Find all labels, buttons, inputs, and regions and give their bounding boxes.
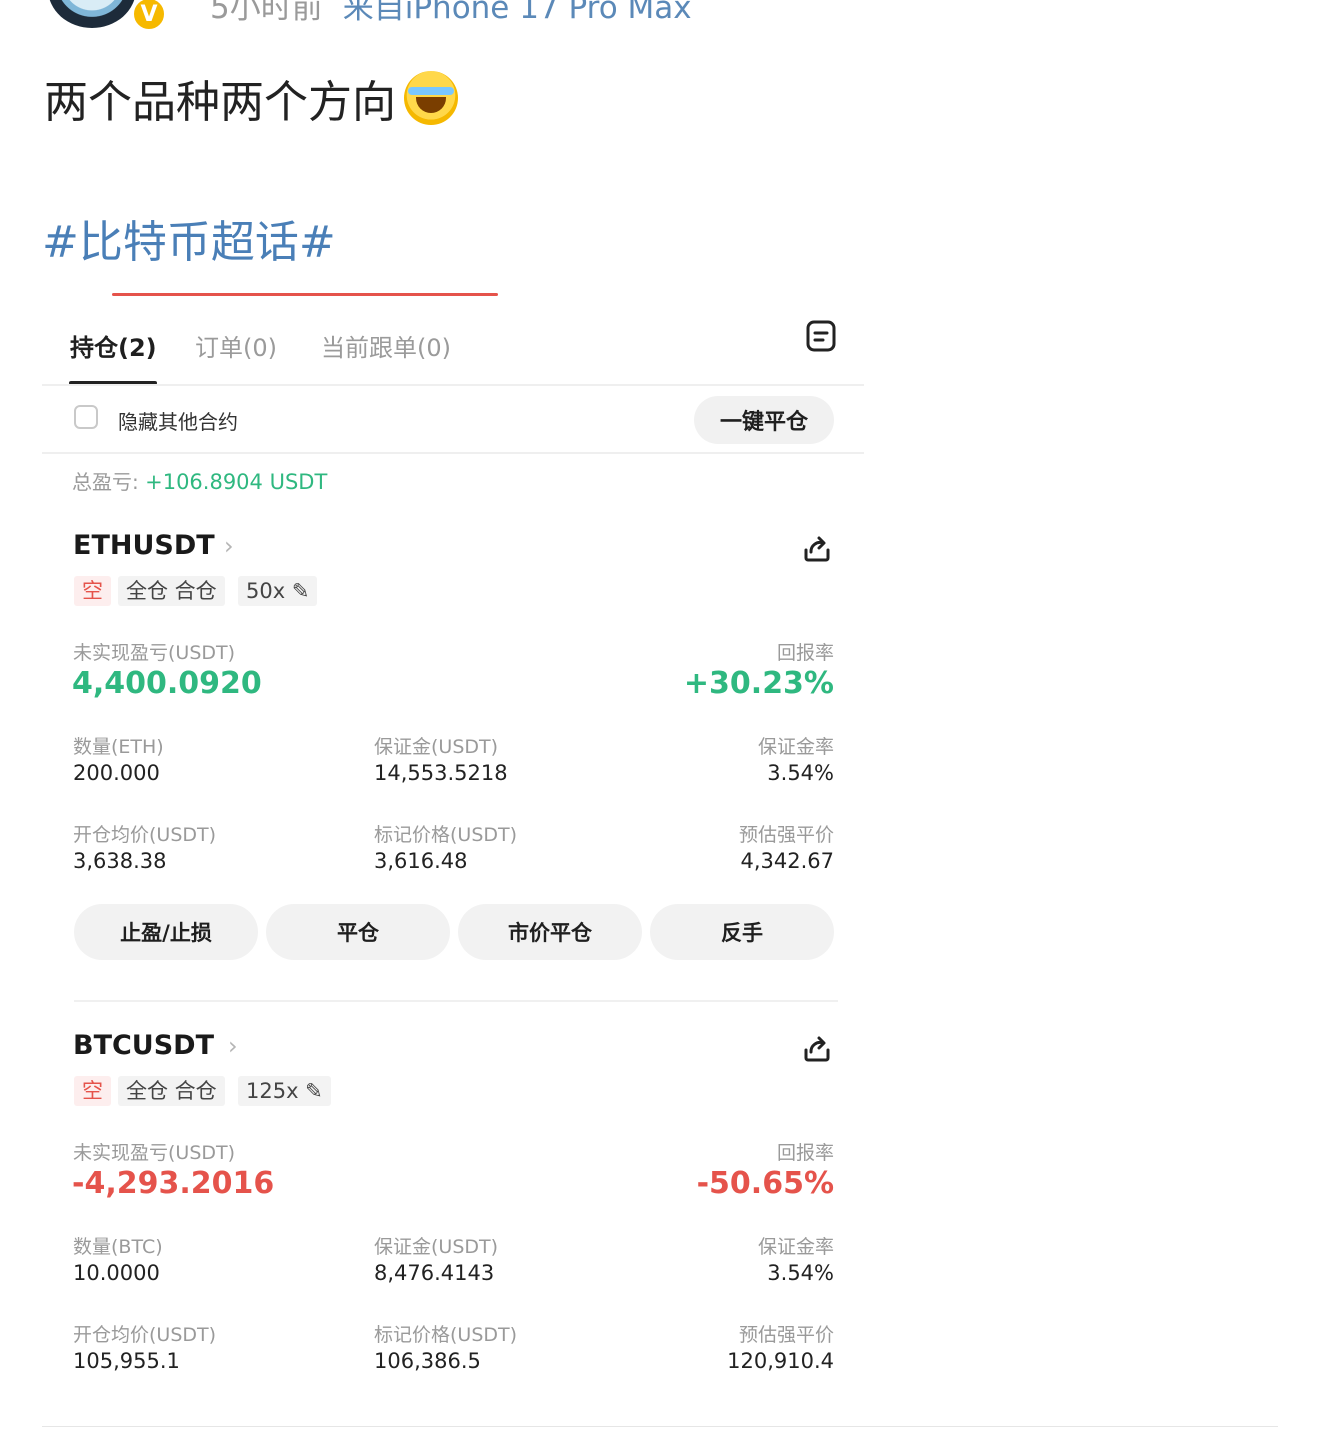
total-pnl-label: 总盈亏: <box>72 470 139 494</box>
margin-mode-tag: 全仓 合仓 <box>118 576 225 606</box>
hide-other-contracts-checkbox[interactable] <box>74 405 98 429</box>
roi-value: -50.65% <box>696 1166 834 1201</box>
laughing-crying-emoji-icon <box>404 71 458 125</box>
side-short-tag: 空 <box>74 576 111 606</box>
entry-price-label: 开仓均价(USDT) <box>73 1324 217 1346</box>
position-card-eth: ETHUSDT › 空 全仓 合仓 50x ✎ 未实现盈亏(USDT) 4,40… <box>42 530 864 1000</box>
tp-sl-button[interactable]: 止盈/止损 <box>74 904 258 960</box>
leverage-tag[interactable]: 125x ✎ <box>238 1076 331 1106</box>
hide-other-contracts-label: 隐藏其他合约 <box>118 410 238 434</box>
unrealized-pnl-value: 4,400.0920 <box>72 666 262 701</box>
quantity-label: 数量(ETH) <box>73 736 164 758</box>
top-accent-line <box>112 293 498 296</box>
quantity-value: 200.000 <box>73 761 160 785</box>
total-pnl: 总盈亏: +106.8904 USDT <box>72 466 327 495</box>
tab-orders[interactable]: 订单(0) <box>195 328 277 363</box>
margin-label: 保证金(USDT) <box>374 736 499 758</box>
avatar[interactable] <box>48 0 136 28</box>
section-divider <box>42 452 864 454</box>
post-text: 两个品种两个方向 <box>44 66 458 130</box>
total-pnl-value: +106.8904 USDT <box>145 470 328 494</box>
chevron-right-icon[interactable]: › <box>224 532 234 560</box>
close-all-button[interactable]: 一键平仓 <box>694 396 834 444</box>
post-text-content: 两个品种两个方向 <box>44 77 396 128</box>
post-source[interactable]: 来自iPhone 17 Pro Max <box>343 0 692 26</box>
roi-label: 回报率 <box>776 642 834 664</box>
side-short-tag: 空 <box>74 1076 111 1106</box>
reverse-position-button[interactable]: 反手 <box>650 904 834 960</box>
close-position-button[interactable]: 平仓 <box>266 904 450 960</box>
quantity-value: 10.0000 <box>73 1261 160 1285</box>
entry-price-value: 105,955.1 <box>73 1349 180 1373</box>
margin-mode-tag: 全仓 合仓 <box>118 1076 225 1106</box>
symbol-label[interactable]: ETHUSDT <box>73 530 215 561</box>
liquidation-price-label: 预估强平价 <box>738 1324 834 1346</box>
margin-rate-value: 3.54% <box>767 761 834 785</box>
liquidation-price-value: 4,342.67 <box>740 849 834 873</box>
tab-copy-orders[interactable]: 当前跟单(0) <box>321 328 451 363</box>
margin-label: 保证金(USDT) <box>374 1236 499 1258</box>
market-close-button[interactable]: 市价平仓 <box>458 904 642 960</box>
quantity-label: 数量(BTC) <box>73 1236 163 1258</box>
roi-value: +30.23% <box>683 666 834 701</box>
verified-badge-icon: V <box>131 0 167 32</box>
entry-price-label: 开仓均价(USDT) <box>73 824 217 846</box>
margin-value: 8,476.4143 <box>374 1261 495 1285</box>
document-icon[interactable] <box>806 320 836 352</box>
post-bottom-divider <box>42 1426 1278 1427</box>
margin-rate-label: 保证金率 <box>757 736 834 758</box>
mark-price-label: 标记价格(USDT) <box>374 1324 518 1346</box>
tabs-divider <box>42 384 864 386</box>
symbol-label[interactable]: BTCUSDT <box>73 1030 214 1061</box>
unrealized-pnl-value: -4,293.2016 <box>72 1166 275 1201</box>
unrealized-pnl-label: 未实现盈亏(USDT) <box>73 642 236 664</box>
mark-price-label: 标记价格(USDT) <box>374 824 518 846</box>
post-time: 5小时前 <box>210 0 323 26</box>
mark-price-value: 3,616.48 <box>374 849 468 873</box>
margin-rate-value: 3.54% <box>767 1261 834 1285</box>
margin-value: 14,553.5218 <box>374 761 508 785</box>
trading-screenshot: 持仓(2) 订单(0) 当前跟单(0) 隐藏其他合约 一键平仓 总盈亏: +10… <box>42 290 864 1420</box>
position-divider <box>74 1000 838 1002</box>
tab-positions[interactable]: 持仓(2) <box>70 328 157 363</box>
leverage-tag[interactable]: 50x ✎ <box>238 576 318 606</box>
margin-rate-label: 保证金率 <box>757 1236 834 1258</box>
chevron-right-icon[interactable]: › <box>228 1032 238 1060</box>
entry-price-value: 3,638.38 <box>73 849 167 873</box>
unrealized-pnl-label: 未实现盈亏(USDT) <box>73 1142 236 1164</box>
mark-price-value: 106,386.5 <box>374 1349 481 1373</box>
share-icon[interactable] <box>802 1034 832 1064</box>
liquidation-price-label: 预估强平价 <box>738 824 834 846</box>
topic-hashtag-link[interactable]: #比特币超话# <box>42 206 336 270</box>
roi-label: 回报率 <box>776 1142 834 1164</box>
liquidation-price-value: 120,910.4 <box>727 1349 834 1373</box>
post-meta: 5小时前 来自iPhone 17 Pro Max <box>210 0 692 27</box>
share-icon[interactable] <box>802 534 832 564</box>
position-card-btc: BTCUSDT › 空 全仓 合仓 125x ✎ 未实现盈亏(USDT) -4,… <box>42 1030 864 1390</box>
